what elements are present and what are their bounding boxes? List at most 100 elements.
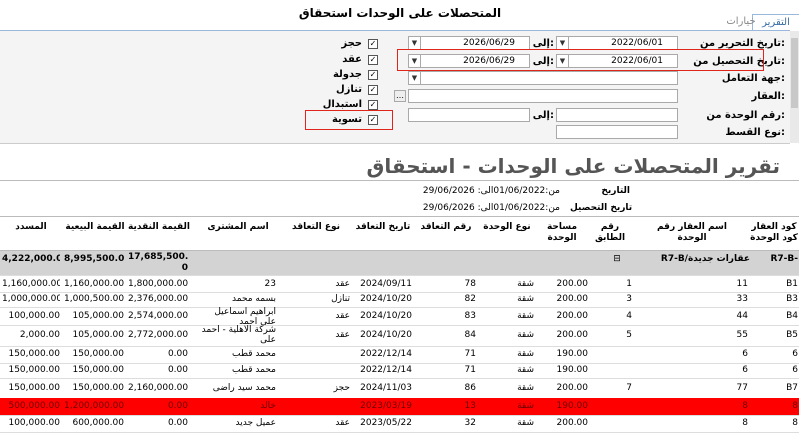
cell-sale-value: 150,000.00 xyxy=(72,383,124,393)
chevron-down-icon[interactable]: ▼ xyxy=(557,37,569,49)
cell-unit-type: شقة xyxy=(517,383,534,393)
unit-to-input[interactable] xyxy=(408,108,530,122)
edit-to-label: إلى: xyxy=(532,38,554,49)
cell-area: 200.00 xyxy=(556,330,589,340)
cell-sale-value: 150,000.00 xyxy=(72,365,124,375)
cell-unit-no: 77 xyxy=(736,383,748,393)
cell-buyer: محمد قطب xyxy=(232,365,276,375)
table-row[interactable]: 1,160,000.00 1,160,000.00 1,800,000.00 23 عق… xyxy=(0,276,799,293)
group-row[interactable]: 4,222,000.00 8,995,500.00 17,685,500.00 … xyxy=(0,251,799,276)
cell-contract-no: 32 xyxy=(464,418,476,428)
party-dropdown[interactable]: ▼ xyxy=(408,71,678,85)
cell-unit-type: شقة xyxy=(517,365,534,375)
cell-contract-type: تنازل xyxy=(331,294,350,304)
cell-area: 190.00 xyxy=(556,365,589,375)
collect-label: تاريخ التحصيل xyxy=(570,203,633,213)
cell-contract-date: 2024/10/20 xyxy=(360,294,412,304)
cell-unit-no: 8 xyxy=(742,418,748,428)
table-row[interactable]: 100,000.00 105,000.00 2,574,000.00 ابراهيم … xyxy=(0,307,799,326)
cell-sale-value: 105,000.00 xyxy=(72,311,124,321)
divider xyxy=(0,180,799,181)
settlement-highlight xyxy=(305,110,393,130)
cell-contract-date: 2022/12/14 xyxy=(360,365,412,375)
checkbox-booking[interactable]: ✓ xyxy=(368,39,378,49)
cell-paid: 150,000.00 xyxy=(8,365,60,375)
edit-to-dropdown[interactable]: ▼ 2026/06/29 xyxy=(408,36,530,50)
installment-input[interactable] xyxy=(556,125,678,139)
cell-unit-type: شقة xyxy=(517,401,534,411)
cell-contract-date: 2023/03/19 xyxy=(360,401,412,411)
chevron-down-icon[interactable]: ▼ xyxy=(409,37,421,49)
cell-unit-code: 8 xyxy=(792,401,798,411)
divider xyxy=(0,216,799,217)
cell-unit-type: شقة xyxy=(517,418,534,428)
cell-buyer: عميل جديد xyxy=(235,418,276,428)
table-row[interactable]: 150,000.00 150,000.00 0.00 محمد قطب 2022/12/… xyxy=(0,346,799,364)
cell-buyer: 23 xyxy=(264,279,276,289)
cell-contract-date: 2024/11/03 xyxy=(360,383,412,393)
checkbox-contract[interactable]: ✓ xyxy=(368,55,378,65)
table-row[interactable]: 150,000.00 150,000.00 2,160,000.00 محمد سيد… xyxy=(0,378,799,399)
checkbox-waiver[interactable]: ✓ xyxy=(368,85,378,95)
cell-cash-value: 2,160,000.00 xyxy=(128,383,188,393)
table-row[interactable]: 500,000.00 1,200,000.00 0.00 خالد 2023/03/19… xyxy=(0,398,799,416)
cell-unit-type: شقة xyxy=(517,294,534,304)
cell-contract-date: 2024/10/20 xyxy=(360,311,412,321)
cell-unit-no: 55 xyxy=(736,330,748,340)
filter-scroll-thumb[interactable] xyxy=(791,38,798,108)
cell-contract-date: 2022/12/14 xyxy=(360,349,412,359)
cell-contract-no: 71 xyxy=(464,349,476,359)
cell-contract-type: حجز xyxy=(333,383,350,393)
checkbox-exchange[interactable]: ✓ xyxy=(368,100,378,110)
cell-contract-type: عقد xyxy=(335,311,350,321)
cell-unit-code: 6 xyxy=(792,365,798,375)
col-contract-type: نوع التعاقد xyxy=(292,222,340,232)
table-row[interactable]: 100,000.00 600,000.00 0.00 عميل جديد عقد 2023… xyxy=(0,415,799,433)
table-row[interactable]: 2,000.00 105,000.00 2,772,000.00 شركة الاهل… xyxy=(0,325,799,347)
table-row[interactable]: 1,000,000.00 1,000,500.00 2,376,000.00 بسمه… xyxy=(0,292,799,308)
cell-unit-type: شقة xyxy=(517,279,534,289)
cell-sale-value: 1,200,000.00 xyxy=(64,401,124,411)
party-label: جهة التعامل: xyxy=(721,73,785,84)
cell-contract-no: 78 xyxy=(464,279,476,289)
cell-cash-value: 0.00 xyxy=(167,401,188,411)
cell-contract-no: 84 xyxy=(464,330,476,340)
cell-unit-code: B4 xyxy=(786,311,798,321)
cell-floor xyxy=(594,346,632,363)
cell-paid: 150,000.00 xyxy=(8,349,60,359)
cell-buyer: شركة الاهلية - احمد على xyxy=(201,325,276,345)
cell-contract-type: عقد xyxy=(335,279,350,289)
cell-unit-code: B1 xyxy=(786,279,798,289)
installment-label: نوع القسط: xyxy=(725,127,785,138)
col-unit-name: اسم العقار رقم الوحدة xyxy=(657,222,727,243)
table-row[interactable]: 150,000.00 150,000.00 0.00 محمد قطب 2022/12/… xyxy=(0,363,799,379)
property-browse-button[interactable]: … xyxy=(394,90,406,102)
expand-icon[interactable]: ⊟ xyxy=(610,251,624,268)
cell-paid: 500,000.00 xyxy=(8,401,60,411)
cell-area: 190.00 xyxy=(556,401,589,411)
cell-sale-value: 1,160,000.00 xyxy=(64,279,124,289)
checkbox-schedule[interactable]: ✓ xyxy=(368,70,378,80)
col-paid: المسدد xyxy=(15,222,47,232)
edit-from-dropdown[interactable]: ▼ 2022/06/01 xyxy=(556,36,678,50)
cell-area: 200.00 xyxy=(556,418,589,428)
cell-unit-no: 33 xyxy=(736,294,748,304)
report-title: تقرير المتحصلات على الوحدات - استحقاق xyxy=(366,154,780,178)
cell-paid: 100,000.00 xyxy=(8,418,60,428)
cell-paid: 1,000,000.00 xyxy=(2,294,60,304)
cell-unit-code: 6 xyxy=(792,349,798,359)
col-unit-type: نوع الوحدة xyxy=(483,222,531,232)
group-sale: 8,995,500.00 xyxy=(64,254,124,264)
property-input[interactable] xyxy=(408,89,678,103)
unit-no-label: رقم الوحدة من: xyxy=(706,110,785,121)
cell-floor xyxy=(594,398,632,415)
cell-buyer: محمد قطب xyxy=(232,349,276,359)
unit-from-input[interactable] xyxy=(556,108,678,122)
col-sale-value: القيمة البيعية xyxy=(65,222,125,232)
chevron-down-icon[interactable]: ▼ xyxy=(409,72,421,84)
cell-unit-type: شقة xyxy=(517,349,534,359)
cell-sale-value: 105,000.00 xyxy=(72,330,124,340)
tab-options[interactable]: خيارات xyxy=(720,14,762,30)
col-area: مساحة الوحدة xyxy=(546,222,578,243)
cell-buyer: خالد xyxy=(260,401,276,411)
